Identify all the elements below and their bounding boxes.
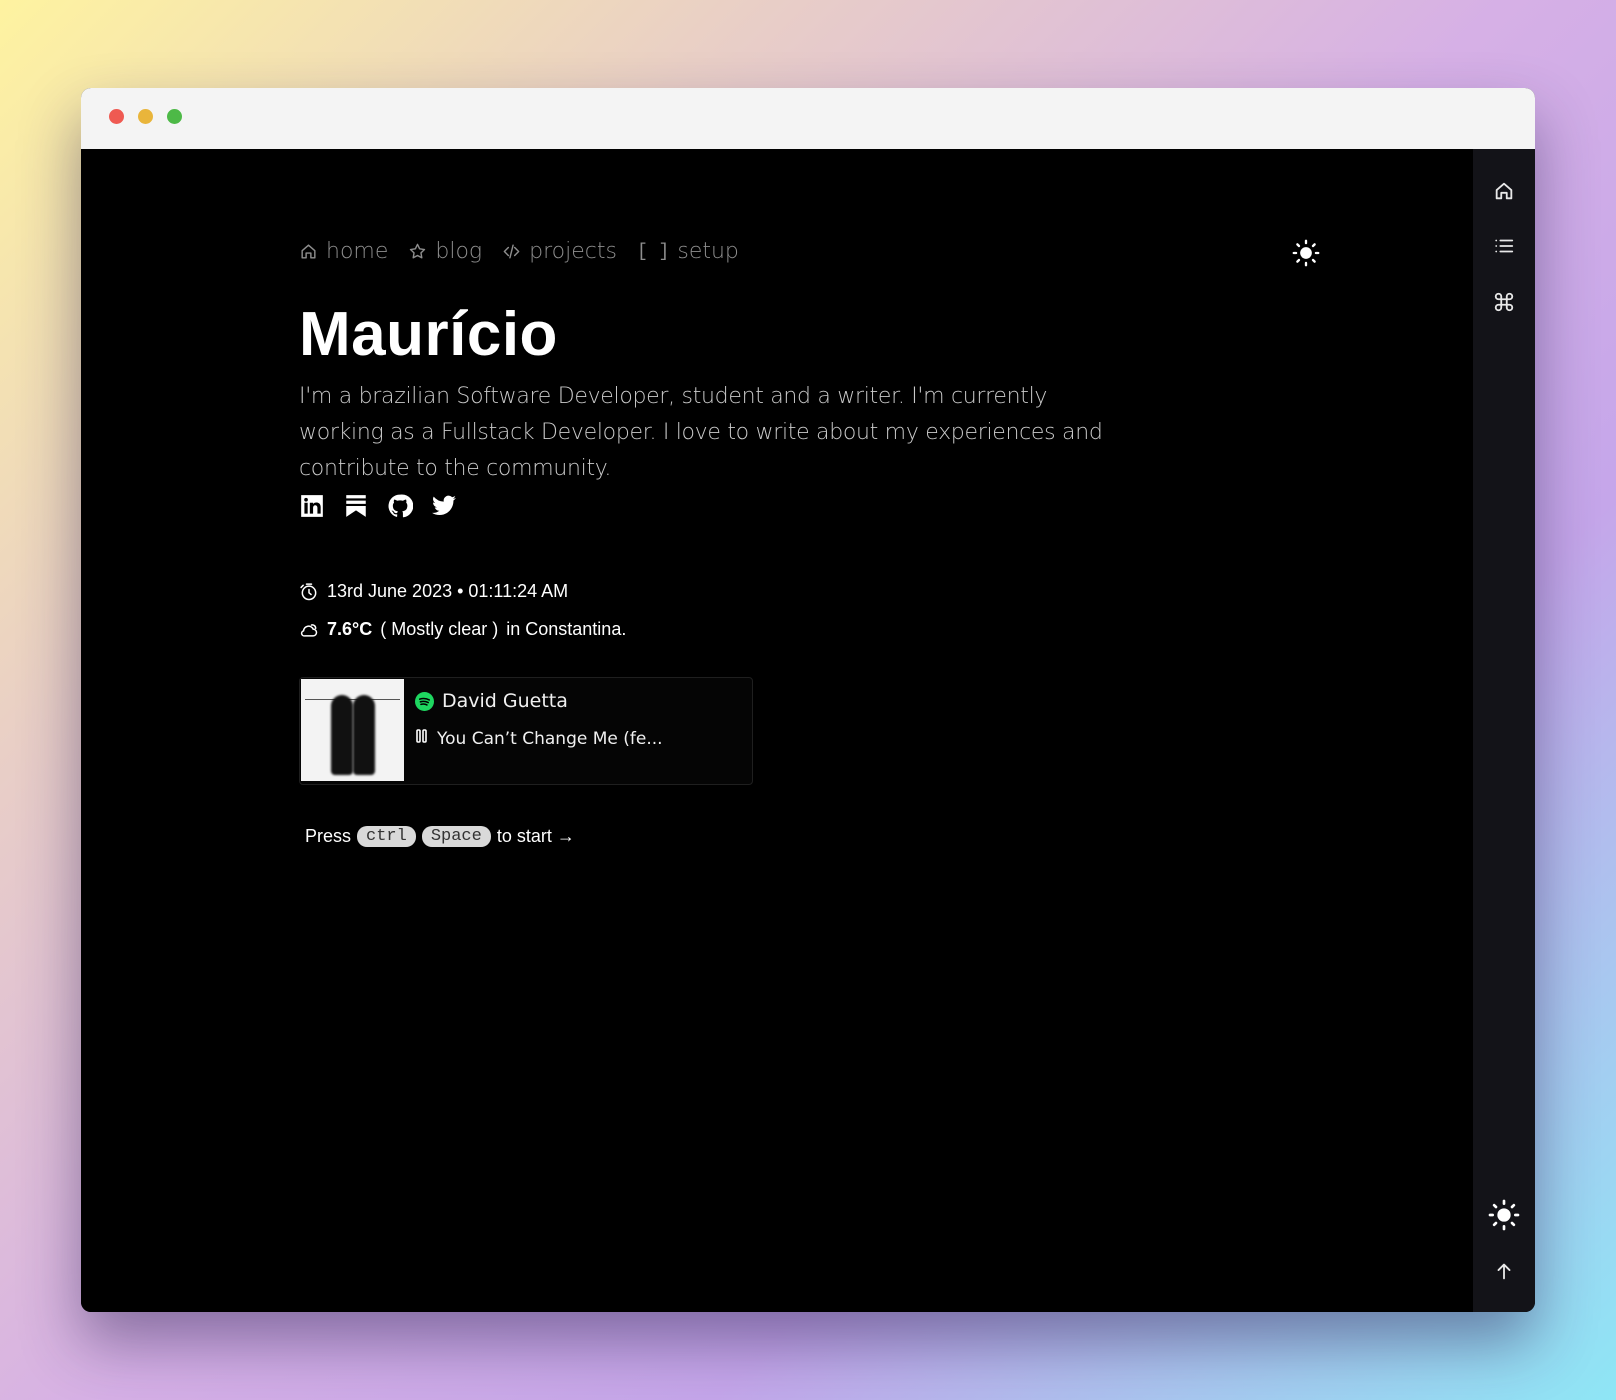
rail-theme-button[interactable] [1488,1199,1520,1231]
command-icon [1494,292,1514,312]
sun-icon [1488,1199,1520,1231]
kbd-ctrl: ctrl [357,826,416,847]
home-icon [1495,182,1513,200]
kbd-space: Space [421,826,491,847]
twitter-icon [432,495,456,515]
nav-home-label: home [326,239,389,264]
list-icon [1495,239,1514,253]
artist-name: David Guetta [442,690,568,712]
page-content: home blog projects [ ] setup Maurício I'… [81,149,1473,1312]
clock-row: 13rd June 2023 • 01:11:24 AM [299,581,568,602]
maximize-window-button[interactable] [167,109,182,124]
spotify-now-playing[interactable]: David Guetta You Can’t Change Me (fe... [299,677,753,785]
hint-press: Press [305,826,352,846]
nav-projects-label: projects [529,239,617,264]
nav-projects[interactable]: projects [502,239,617,264]
nav-setup-label: setup [677,239,739,264]
track-info: David Guetta You Can’t Change Me (fe... [405,678,663,784]
playing-bars-icon [415,728,429,749]
github-link[interactable] [387,493,414,519]
bio-text: I'm a brazilian Software Developer, stud… [299,384,1103,481]
rail-home-button[interactable] [1488,175,1520,207]
minimize-window-button[interactable] [138,109,153,124]
clock-text: 13rd June 2023 • 01:11:24 AM [327,581,569,601]
linkedin-link[interactable] [299,493,325,519]
command-hint: Press ctrl Space to start → [305,826,575,847]
nav-blog-label: blog [435,239,483,264]
side-rail [1473,149,1535,1312]
clock-icon [300,582,317,600]
weather-location: in Constantina. [506,619,627,639]
spotify-icon [415,691,434,711]
twitter-link[interactable] [431,493,457,519]
browser-window: home blog projects [ ] setup Maurício I'… [81,88,1535,1312]
nav-home[interactable]: home [299,239,388,264]
star-icon [410,243,426,259]
arrow-up-icon [1497,1263,1511,1280]
rail-list-button[interactable] [1488,230,1520,262]
sun-icon [1292,239,1320,267]
rail-command-button[interactable] [1488,286,1520,318]
weather-condition: ( Mostly clear ) [380,619,499,639]
github-icon [388,494,414,518]
brackets-icon: [ ] [636,241,670,262]
bookmark-icon [346,495,366,517]
temperature: 7.6°C [327,619,373,639]
track-row: You Can’t Change Me (fe... [415,728,663,749]
code-icon [503,244,520,259]
scroll-top-button[interactable] [1488,1255,1520,1287]
track-name: You Can’t Change Me (fe... [437,728,663,749]
theme-toggle-button[interactable] [1292,239,1320,267]
hint-suffix: to start → [496,826,575,846]
artist-row: David Guetta [415,690,663,712]
title-bar [81,88,1535,149]
cloud-sun-icon [300,623,318,637]
social-links [299,493,457,519]
home-icon [301,244,316,259]
close-window-button[interactable] [109,109,124,124]
page-title: Maurício [299,300,558,369]
nav-blog[interactable]: blog [408,239,482,264]
linkedin-icon [301,495,323,517]
bookmark-link[interactable] [343,493,369,519]
nav-setup[interactable]: [ ] setup [637,239,739,264]
top-nav: home blog projects [ ] setup [299,239,739,264]
album-cover [301,679,404,781]
weather-row: 7.6°C ( Mostly clear ) in Constantina. [299,619,626,640]
